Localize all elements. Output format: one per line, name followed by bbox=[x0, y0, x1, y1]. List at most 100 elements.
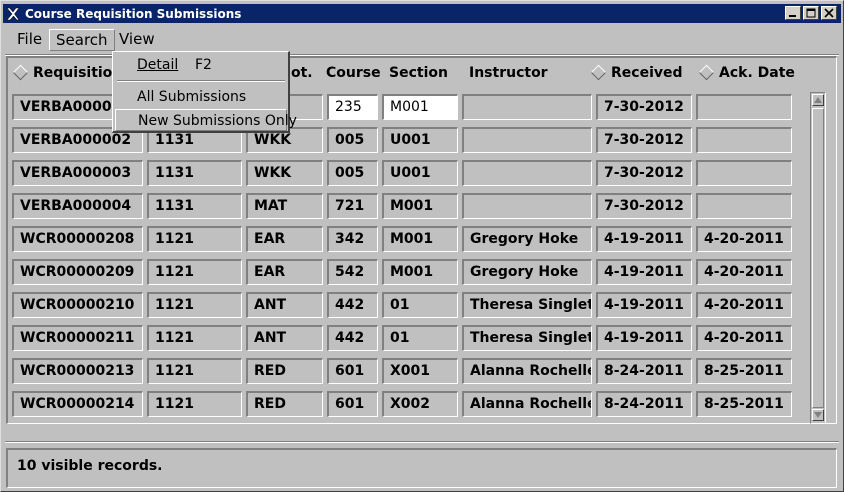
scroll-down-button[interactable] bbox=[812, 409, 824, 421]
cell-instructor[interactable] bbox=[462, 94, 592, 120]
cell-requisition[interactable]: WCR00000208 bbox=[12, 226, 143, 252]
menu-item-detail-shortcut: F2 bbox=[195, 57, 212, 73]
cell-ack-date[interactable]: 4-20-2011 bbox=[696, 325, 792, 351]
status-text: 10 visible records. bbox=[17, 458, 163, 474]
cell-section[interactable]: M001 bbox=[382, 193, 458, 219]
menu-item-all-submissions[interactable]: All Submissions bbox=[115, 86, 287, 108]
column-ack-date[interactable]: Ack. Date bbox=[698, 63, 795, 83]
vertical-scrollbar[interactable] bbox=[810, 92, 826, 424]
cell-instructor[interactable] bbox=[462, 193, 592, 219]
cell-dept[interactable]: RED bbox=[246, 391, 323, 417]
menu-item-new-submissions-only[interactable]: New Submissions Only bbox=[115, 109, 297, 131]
cell-course[interactable]: 342 bbox=[327, 226, 378, 252]
cell-dept[interactable]: RED bbox=[246, 358, 323, 384]
cell-section[interactable]: U001 bbox=[382, 160, 458, 186]
cell-received[interactable]: 7-30-2012 bbox=[596, 94, 692, 120]
cell-term[interactable]: 1121 bbox=[147, 358, 242, 384]
menu-search[interactable]: Search bbox=[49, 29, 115, 51]
cell-term[interactable]: 1121 bbox=[147, 259, 242, 285]
cell-course[interactable]: 442 bbox=[327, 325, 378, 351]
cell-term[interactable]: 1131 bbox=[147, 160, 242, 186]
cell-section[interactable]: 01 bbox=[382, 292, 458, 318]
cell-course[interactable]: 442 bbox=[327, 292, 378, 318]
cell-section[interactable]: M001 bbox=[382, 94, 458, 120]
cell-received[interactable]: 4-19-2011 bbox=[596, 292, 692, 318]
close-button[interactable] bbox=[821, 6, 837, 20]
cell-section[interactable]: 01 bbox=[382, 325, 458, 351]
cell-requisition[interactable]: WCR00000213 bbox=[12, 358, 143, 384]
cell-term[interactable]: 1131 bbox=[147, 193, 242, 219]
cell-instructor[interactable] bbox=[462, 160, 592, 186]
cell-requisition[interactable]: VERBA000004 bbox=[12, 193, 143, 219]
sort-diamond-icon bbox=[590, 64, 607, 81]
cell-section[interactable]: M001 bbox=[382, 259, 458, 285]
cell-instructor[interactable]: Alanna Rochelle D bbox=[462, 358, 592, 384]
cell-dept[interactable]: WKK bbox=[246, 160, 323, 186]
scroll-up-button[interactable] bbox=[812, 94, 824, 106]
cell-section[interactable]: X002 bbox=[382, 391, 458, 417]
cell-dept[interactable]: ANT bbox=[246, 325, 323, 351]
maximize-button[interactable] bbox=[803, 6, 819, 20]
cell-ack-date[interactable] bbox=[696, 127, 792, 153]
cell-received[interactable]: 7-30-2012 bbox=[596, 127, 692, 153]
menu-view[interactable]: View bbox=[113, 29, 161, 51]
cell-ack-date[interactable]: 4-20-2011 bbox=[696, 292, 792, 318]
cell-ack-date[interactable]: 8-25-2011 bbox=[696, 358, 792, 384]
cell-instructor[interactable]: Theresa Singleton bbox=[462, 325, 592, 351]
cell-ack-date[interactable] bbox=[696, 94, 792, 120]
maximize-icon bbox=[806, 8, 816, 18]
cell-dept[interactable]: EAR bbox=[246, 226, 323, 252]
cell-course[interactable]: 601 bbox=[327, 358, 378, 384]
menu-file[interactable]: File bbox=[11, 29, 48, 51]
cell-received[interactable]: 8-24-2011 bbox=[596, 358, 692, 384]
column-course-label: Course bbox=[326, 65, 381, 81]
cell-received[interactable]: 4-19-2011 bbox=[596, 259, 692, 285]
cell-received[interactable]: 4-19-2011 bbox=[596, 226, 692, 252]
cell-requisition[interactable]: VERBA000003 bbox=[12, 160, 143, 186]
cell-ack-date[interactable]: 8-25-2011 bbox=[696, 391, 792, 417]
cell-instructor[interactable] bbox=[462, 127, 592, 153]
close-icon bbox=[824, 8, 834, 18]
cell-course[interactable]: 601 bbox=[327, 391, 378, 417]
cell-instructor[interactable]: Theresa Singleton bbox=[462, 292, 592, 318]
cell-term[interactable]: 1121 bbox=[147, 325, 242, 351]
cell-dept[interactable]: EAR bbox=[246, 259, 323, 285]
scroll-track[interactable] bbox=[812, 108, 824, 408]
cell-term[interactable]: 1121 bbox=[147, 226, 242, 252]
cell-course[interactable]: 235 bbox=[327, 94, 378, 120]
cell-section[interactable]: M001 bbox=[382, 226, 458, 252]
cell-section[interactable]: U001 bbox=[382, 127, 458, 153]
cell-received[interactable]: 8-24-2011 bbox=[596, 391, 692, 417]
cell-requisition[interactable]: WCR00000211 bbox=[12, 325, 143, 351]
menu-item-detail[interactable]: Detail F2 bbox=[115, 54, 287, 76]
cell-ack-date[interactable] bbox=[696, 160, 792, 186]
minimize-button[interactable] bbox=[785, 6, 801, 20]
cell-ack-date[interactable] bbox=[696, 193, 792, 219]
cell-ack-date[interactable]: 4-20-2011 bbox=[696, 259, 792, 285]
cell-course[interactable]: 005 bbox=[327, 160, 378, 186]
cell-dept[interactable]: MAT bbox=[246, 193, 323, 219]
cell-requisition[interactable]: WCR00000210 bbox=[12, 292, 143, 318]
cell-received[interactable]: 7-30-2012 bbox=[596, 160, 692, 186]
cell-requisition[interactable]: WCR00000214 bbox=[12, 391, 143, 417]
menu-search-label: Search bbox=[56, 31, 108, 49]
cell-course[interactable]: 542 bbox=[327, 259, 378, 285]
column-received[interactable]: Received bbox=[590, 63, 683, 83]
cell-instructor[interactable]: Alanna Rochelle D bbox=[462, 391, 592, 417]
cell-requisition[interactable]: WCR00000209 bbox=[12, 259, 143, 285]
cell-course[interactable]: 721 bbox=[327, 193, 378, 219]
menu-item-detail-label: Detail bbox=[137, 57, 179, 73]
cell-term[interactable]: 1121 bbox=[147, 391, 242, 417]
cell-term[interactable]: 1121 bbox=[147, 292, 242, 318]
cell-dept[interactable]: ANT bbox=[246, 292, 323, 318]
cell-instructor[interactable]: Gregory Hoke bbox=[462, 226, 592, 252]
cell-section[interactable]: X001 bbox=[382, 358, 458, 384]
cell-course[interactable]: 005 bbox=[327, 127, 378, 153]
column-requisition[interactable]: Requisition bbox=[12, 63, 122, 83]
cell-received[interactable]: 4-19-2011 bbox=[596, 325, 692, 351]
column-section: Section bbox=[389, 63, 448, 83]
cell-ack-date[interactable]: 4-20-2011 bbox=[696, 226, 792, 252]
title-bar[interactable]: Course Requisition Submissions bbox=[3, 4, 841, 23]
cell-instructor[interactable]: Gregory Hoke bbox=[462, 259, 592, 285]
cell-received[interactable]: 7-30-2012 bbox=[596, 193, 692, 219]
